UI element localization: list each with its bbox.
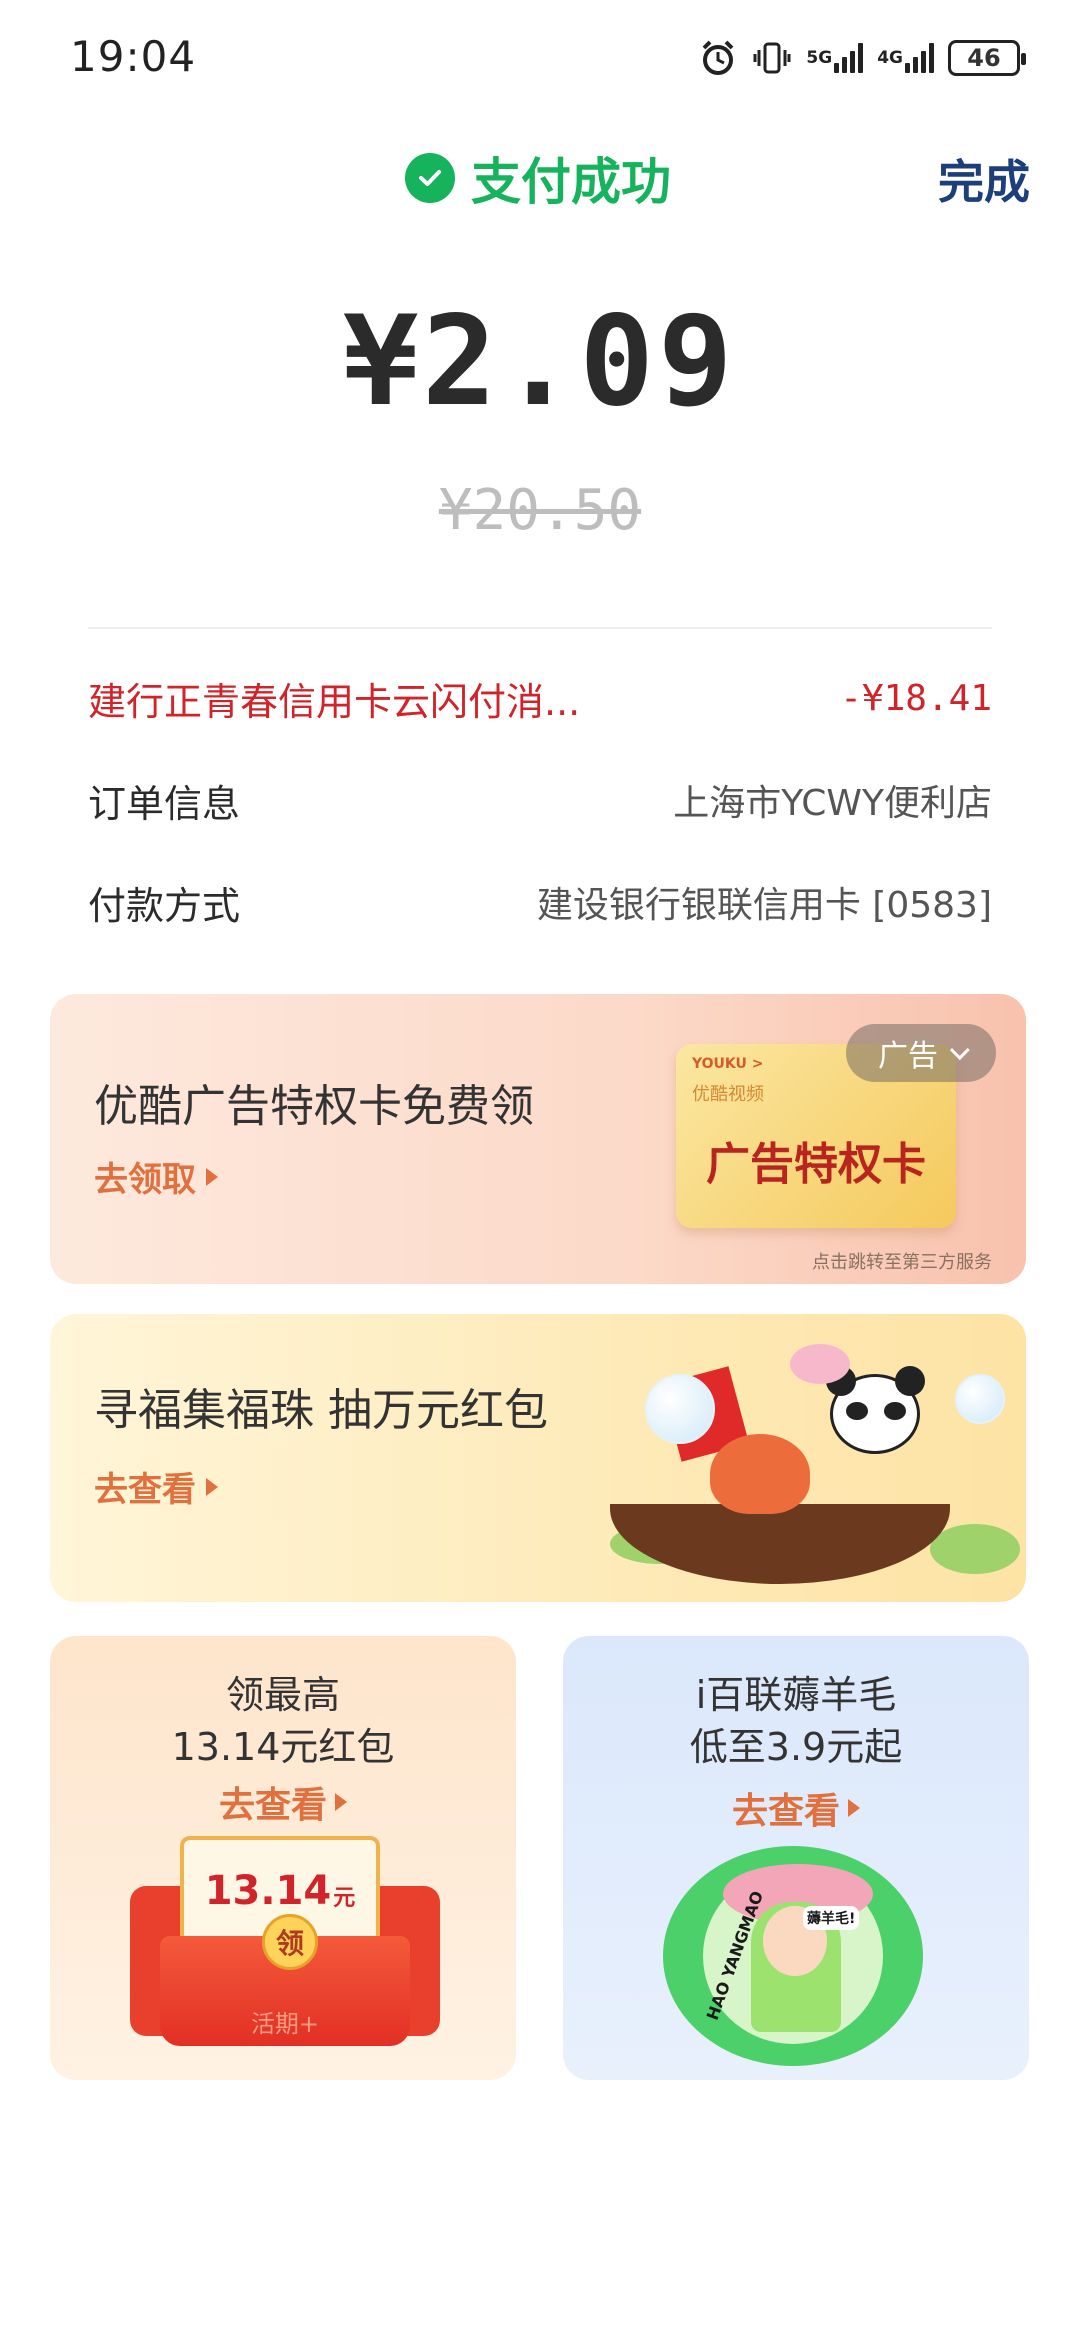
promo-view-link[interactable]: 去查看: [94, 1462, 218, 1511]
discount-label: 建行正青春信用卡云闪付消...: [88, 679, 581, 724]
original-amount: ¥20.50: [438, 478, 642, 543]
triangle-right-icon: [335, 1793, 347, 1811]
vibrate-icon: [752, 38, 792, 78]
red-packet-card[interactable]: 领最高 13.14元红包 去查看 13.14 元 领 活期+: [50, 1636, 516, 2080]
ibailian-card[interactable]: i百联薅羊毛 低至3.9元起 去查看 HAO YANGMAO 薅羊毛!: [563, 1636, 1029, 2080]
coin-icon: 领: [262, 1914, 318, 1970]
status-bar: 19:04 5G 4G 46: [0, 0, 1080, 120]
battery-icon: 46: [948, 40, 1026, 76]
payment-method-row: 付款方式 建设银行银联信用卡 [0583]: [88, 872, 992, 932]
triangle-right-icon: [206, 1477, 218, 1496]
ad-badge-label: 广告: [878, 1039, 938, 1074]
envelope-note: 活期+: [250, 2010, 320, 2038]
promo-view-label: 去查看: [94, 1470, 196, 1510]
ibailian-view-label: 去查看: [731, 1791, 840, 1832]
youku-ad-card[interactable]: 优酷广告特权卡免费领 去领取 YOUKU > 优酷视频 广告特权卡 广告 点击跳…: [50, 994, 1026, 1284]
order-info-value: 上海市YCWY便利店: [673, 783, 992, 824]
ad-badge[interactable]: 广告: [846, 1024, 996, 1082]
red-packet-line1: 领最高: [225, 1673, 340, 1717]
red-envelope-image: 13.14 元 领 活期+: [130, 1836, 440, 2046]
ad-title: 优酷广告特权卡免费领: [94, 1081, 534, 1132]
discount-value: -¥18.41: [840, 677, 992, 719]
youku-card-title: 广告特权卡: [706, 1139, 926, 1190]
status-icons: 5G 4G 46: [698, 36, 1026, 80]
success-text: 支付成功: [471, 153, 671, 211]
triangle-right-icon: [848, 1799, 860, 1817]
chevron-down-icon: [949, 1040, 970, 1061]
payment-success-title: 支付成功: [405, 142, 671, 214]
divider: [88, 627, 992, 629]
sticker-text: 薅羊毛!: [803, 1906, 860, 1930]
red-packet-view-label: 去查看: [218, 1785, 327, 1826]
ibailian-view-link[interactable]: 去查看: [563, 1782, 1029, 1834]
third-party-note: 点击跳转至第三方服务: [812, 1252, 992, 1273]
red-packet-line2: 13.14元红包: [171, 1725, 395, 1769]
done-button[interactable]: 完成: [938, 146, 1030, 212]
order-info-row: 订单信息 上海市YCWY便利店: [88, 770, 992, 830]
signal-4g-icon: 4G: [877, 43, 934, 73]
paid-amount: ¥2.09: [343, 290, 737, 434]
alarm-icon: [698, 38, 738, 78]
order-info-label: 订单信息: [88, 781, 241, 826]
promo-title: 寻福集福珠 抽万元红包: [94, 1385, 548, 1436]
youku-logo: YOUKU >: [692, 1056, 764, 1072]
ibailian-line1: i百联薅羊毛: [695, 1673, 897, 1717]
payment-method-value: 建设银行银联信用卡 [0583]: [536, 885, 992, 926]
triangle-right-icon: [206, 1167, 218, 1186]
ibailian-line2: 低至3.9元起: [689, 1725, 903, 1769]
hao-yangmao-badge-image: HAO YANGMAO 薅羊毛!: [663, 1846, 923, 2066]
discount-row: 建行正青春信用卡云闪付消... -¥18.41: [88, 668, 992, 728]
header: 支付成功 完成: [0, 130, 1080, 220]
ad-claim-label: 去领取: [94, 1160, 196, 1200]
check-circle-icon: [405, 153, 455, 203]
youku-sub: 优酷视频: [692, 1084, 764, 1105]
lucky-pearl-promo-card[interactable]: 寻福集福珠 抽万元红包 去查看: [50, 1314, 1026, 1602]
red-packet-view-link[interactable]: 去查看: [50, 1776, 516, 1828]
status-time: 19:04: [70, 32, 197, 81]
ad-claim-link[interactable]: 去领取: [94, 1152, 218, 1201]
payment-method-label: 付款方式: [88, 883, 241, 928]
signal-5g-icon: 5G: [806, 43, 864, 73]
